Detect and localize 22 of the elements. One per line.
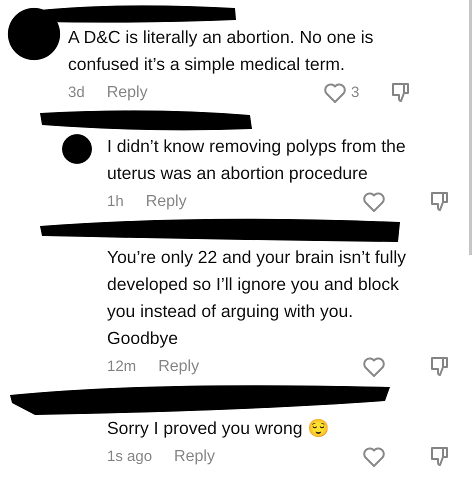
comment-text: A D&C is literally an abortion. No one is confused it’s a simple medical term. <box>68 26 374 76</box>
reply-link[interactable]: Reply <box>158 358 200 376</box>
reply-link[interactable]: Reply <box>106 84 148 102</box>
comment-time: 1s ago <box>107 448 152 465</box>
reply-link[interactable]: Reply <box>174 448 215 466</box>
like-count: 3 <box>350 84 360 101</box>
comment-time: 1h <box>107 193 124 210</box>
comment-time: 3d <box>68 84 85 101</box>
heart-icon[interactable] <box>362 446 386 468</box>
comment-text: You’re only 22 and your brain isn’t fully developed so I’ll ignore you and block you instead of arguing with you. Goodbye <box>107 246 407 350</box>
heart-icon[interactable] <box>362 356 386 378</box>
reply-link[interactable]: Reply <box>146 192 187 210</box>
thumbs-down-icon[interactable] <box>430 190 450 212</box>
heart-icon[interactable] <box>323 82 347 104</box>
scrollbar[interactable] <box>469 0 472 255</box>
thumbs-down-icon[interactable] <box>430 356 450 378</box>
comment-time: 12m <box>107 358 136 375</box>
thumbs-down-icon[interactable] <box>430 446 450 468</box>
thumbs-down-icon[interactable] <box>391 82 411 104</box>
comment-text: Sorry I proved you wrong 😌 <box>107 417 330 440</box>
heart-icon[interactable] <box>362 190 386 212</box>
comment-text: I didn’t know removing polyps from the uterus was an abortion procedure <box>107 135 407 185</box>
